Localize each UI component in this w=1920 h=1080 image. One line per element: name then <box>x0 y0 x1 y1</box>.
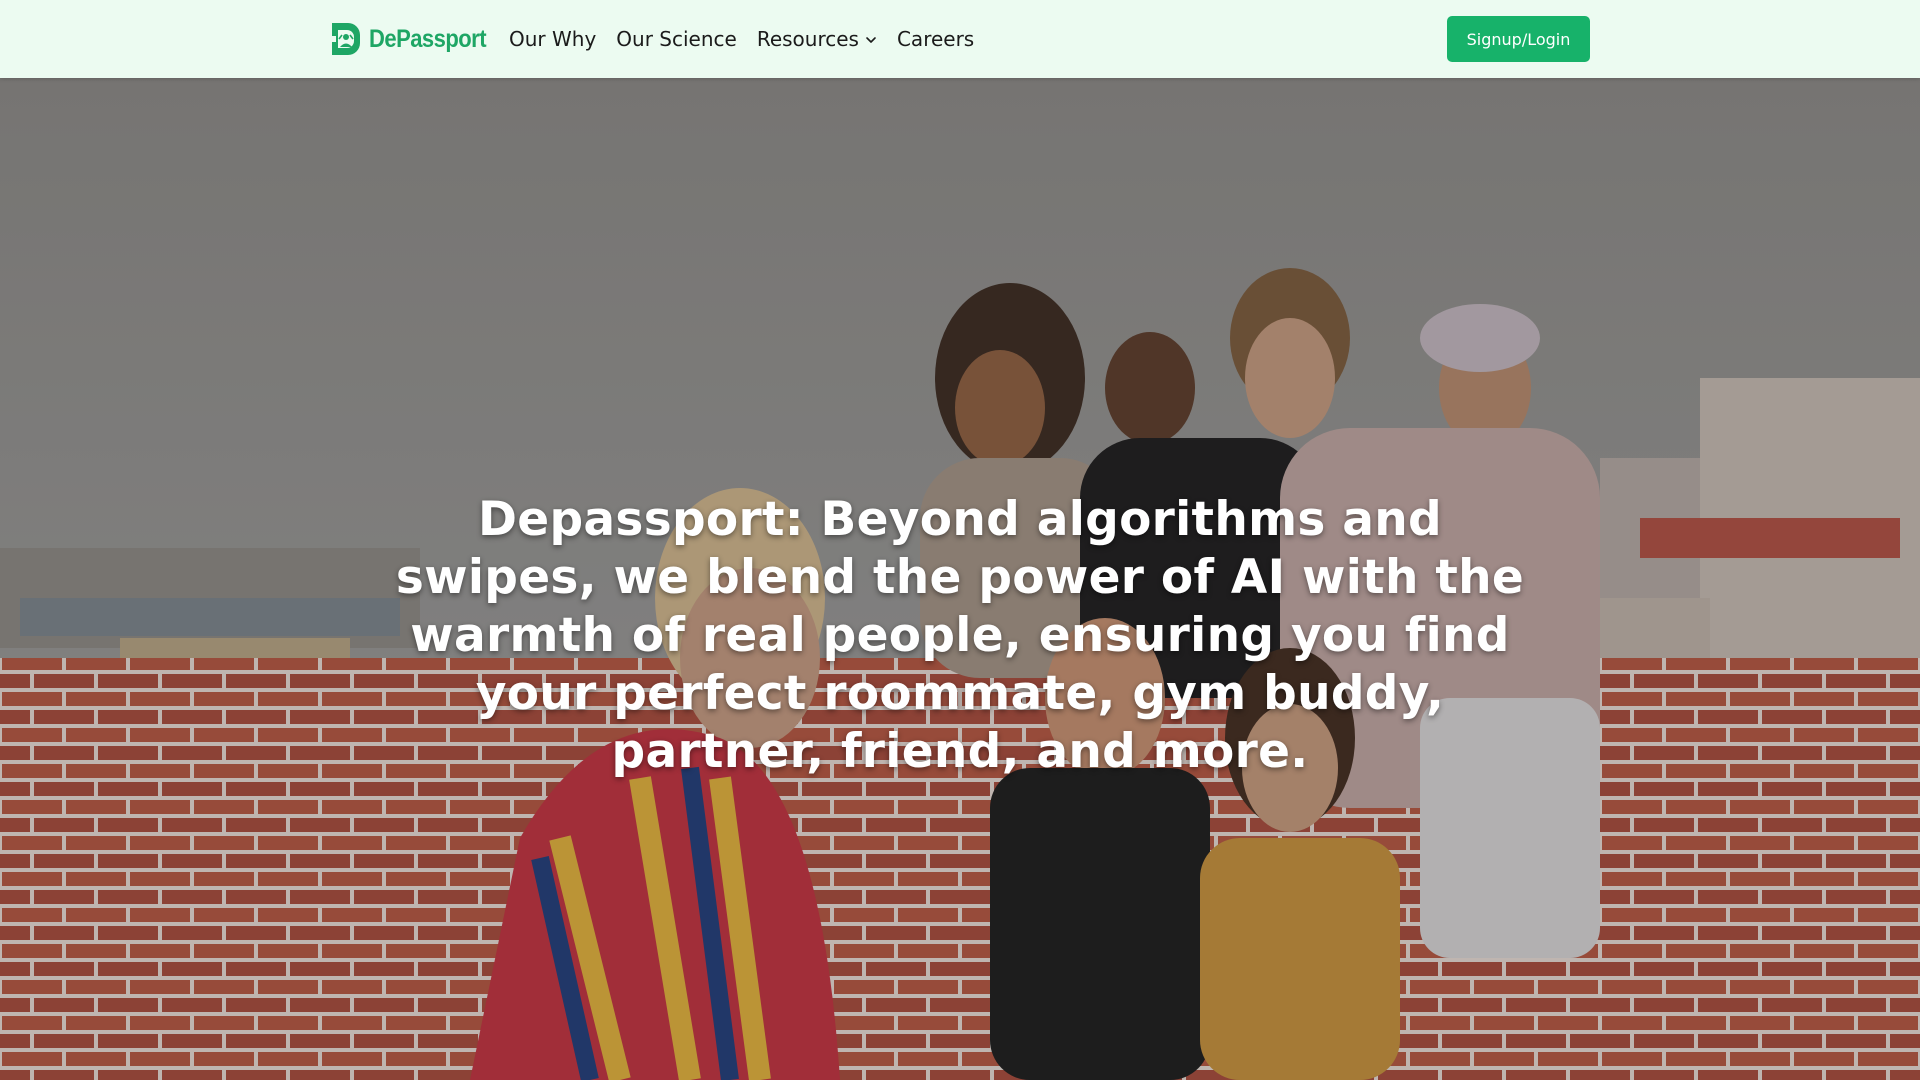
nav-item-label: Our Science <box>616 27 737 51</box>
hero-heading: Depassport: Beyond algorithms and swipes… <box>395 492 1525 779</box>
signup-login-button[interactable]: Signup/Login <box>1447 16 1590 62</box>
logo-link[interactable]: DePassport <box>330 20 502 58</box>
nav-item-label: Resources <box>756 27 859 51</box>
nav-item-our-science[interactable]: Our Science <box>616 27 737 51</box>
site-header: DePassport Our Why Our Science Resources… <box>0 0 1920 78</box>
brand-name: DePassport <box>369 24 487 53</box>
nav-item-careers[interactable]: Careers <box>897 27 974 51</box>
nav-item-label: Careers <box>896 27 975 51</box>
nav-item-our-why[interactable]: Our Why <box>509 27 596 51</box>
nav-item-resources[interactable]: Resources <box>757 27 877 51</box>
main-nav: Our Why Our Science Resources Careers <box>509 0 994 78</box>
hero-section: Depassport: Beyond algorithms and swipes… <box>0 78 1920 1080</box>
chevron-down-icon <box>866 37 876 43</box>
nav-item-label: Our Why <box>509 27 597 51</box>
passport-logo-icon <box>332 23 360 55</box>
